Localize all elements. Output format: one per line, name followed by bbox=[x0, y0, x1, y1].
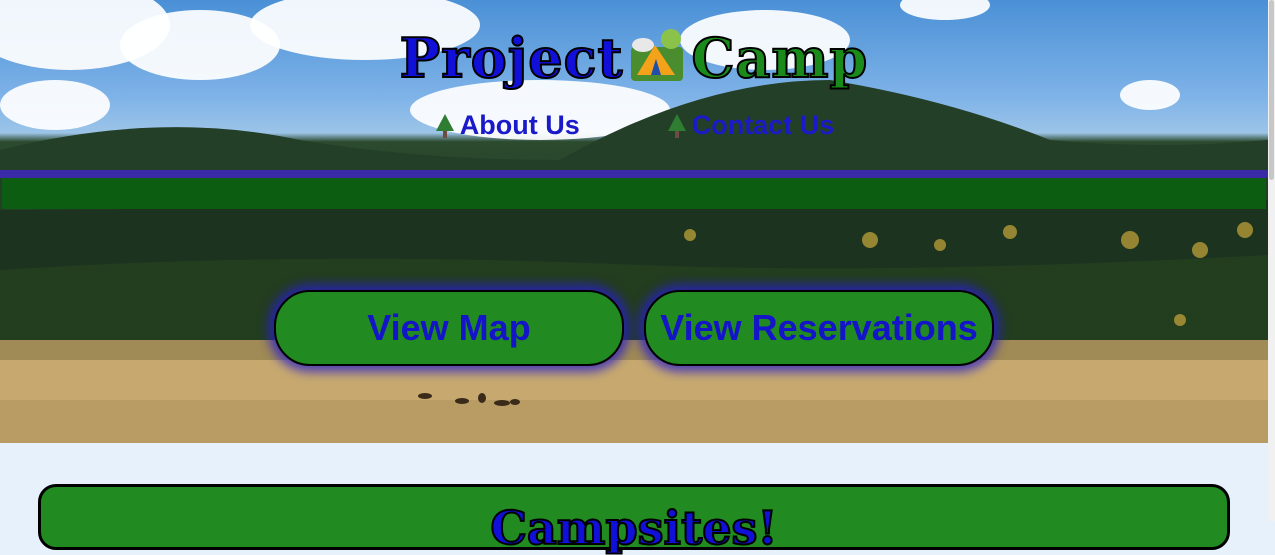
hero-banner: Project Camp About Us Contact Us View Map… bbox=[0, 0, 1268, 443]
meadow bbox=[0, 340, 1268, 443]
campsites-section: Campsites! bbox=[38, 484, 1230, 555]
evergreen-tree-icon bbox=[666, 113, 688, 139]
nav-contact-us[interactable]: Contact Us bbox=[666, 110, 835, 141]
divider-band bbox=[2, 178, 1266, 209]
nav-contact-us-label: Contact Us bbox=[691, 110, 835, 140]
evergreen-tree-icon bbox=[434, 113, 456, 139]
cloud bbox=[900, 0, 990, 20]
site-title-part2: Camp bbox=[690, 25, 869, 91]
site-title: Project Camp bbox=[0, 25, 1268, 91]
view-map-button[interactable]: View Map bbox=[274, 290, 624, 366]
view-reservations-button[interactable]: View Reservations bbox=[644, 290, 994, 366]
nav-about-us[interactable]: About Us bbox=[434, 110, 580, 141]
scrollbar-thumb[interactable] bbox=[1269, 0, 1274, 180]
campsites-title: Campsites! bbox=[489, 500, 778, 555]
divider-band-top bbox=[0, 170, 1268, 178]
site-title-part1: Project bbox=[399, 25, 624, 91]
camping-tent-icon bbox=[629, 27, 685, 83]
page-scrollbar[interactable] bbox=[1268, 0, 1275, 521]
top-nav: About Us Contact Us bbox=[0, 110, 1268, 141]
nav-about-us-label: About Us bbox=[459, 110, 580, 140]
